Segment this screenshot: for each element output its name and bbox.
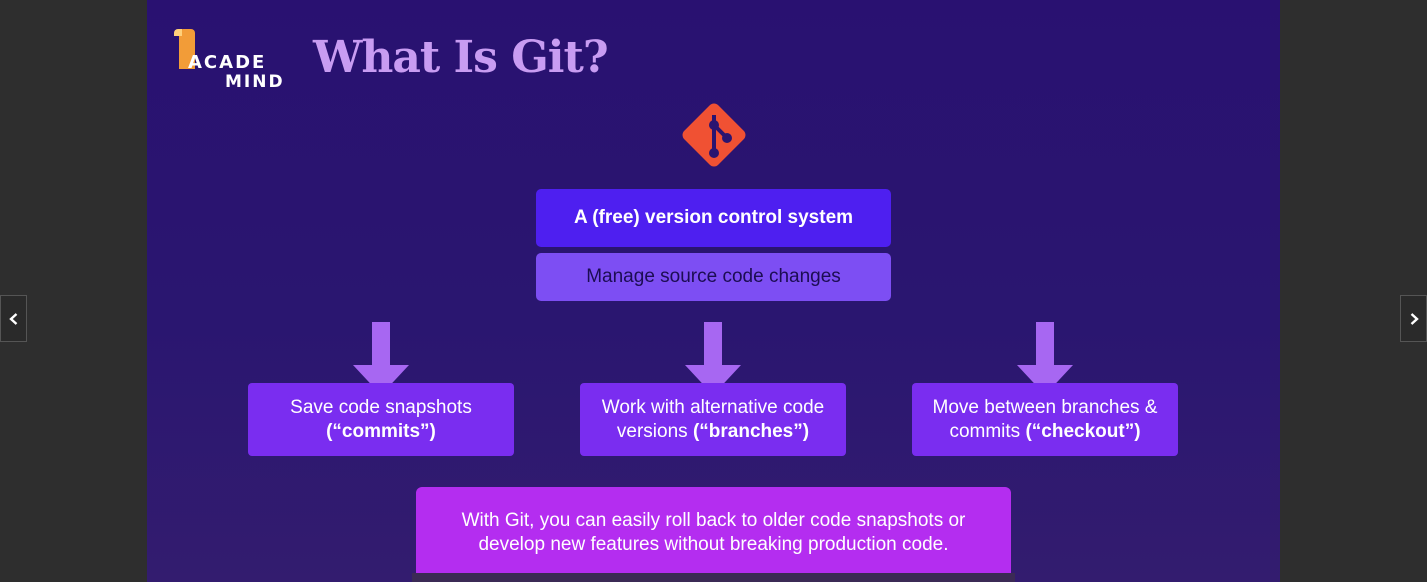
slide-title: What Is Git? [313,32,609,83]
chevron-right-icon [1410,312,1419,325]
card-line1: Save code snapshots [290,396,472,418]
branches-card: Work with alternative code versions (“br… [580,383,846,456]
logo-line1: ACADE [188,52,267,73]
summary-line2: develop new features without breaking pr… [478,534,949,555]
chevron-left-icon [8,312,17,325]
git-logo-icon [682,103,746,167]
definition-box: A (free) version control system [536,189,891,247]
summary-box: With Git, you can easily roll back to ol… [416,487,1011,579]
slide: ACADE MIND What Is Git? A (free) version… [147,0,1280,582]
card-line2: (“commits”) [326,420,436,442]
prev-slide-button[interactable] [0,295,27,342]
commits-card: Save code snapshots (“commits”) [248,383,514,456]
summary-line1: With Git, you can easily roll back to ol… [461,510,966,531]
card-line1: Work with alternative code [601,396,825,418]
academind-logo: ACADE MIND [174,27,284,93]
next-slide-button[interactable] [1400,295,1427,342]
video-control-bar [412,573,1015,582]
card-line2: versions (“branches”) [616,420,810,442]
subtitle-box: Manage source code changes [536,253,891,301]
subtitle-text: Manage source code changes [586,266,841,287]
definition-text: A (free) version control system [573,207,854,228]
checkout-card: Move between branches & commits (“checko… [912,383,1178,456]
logo-line2: MIND [225,72,285,92]
card-line1: Move between branches & [932,396,1158,418]
card-line2: commits (“checkout”) [949,420,1141,442]
